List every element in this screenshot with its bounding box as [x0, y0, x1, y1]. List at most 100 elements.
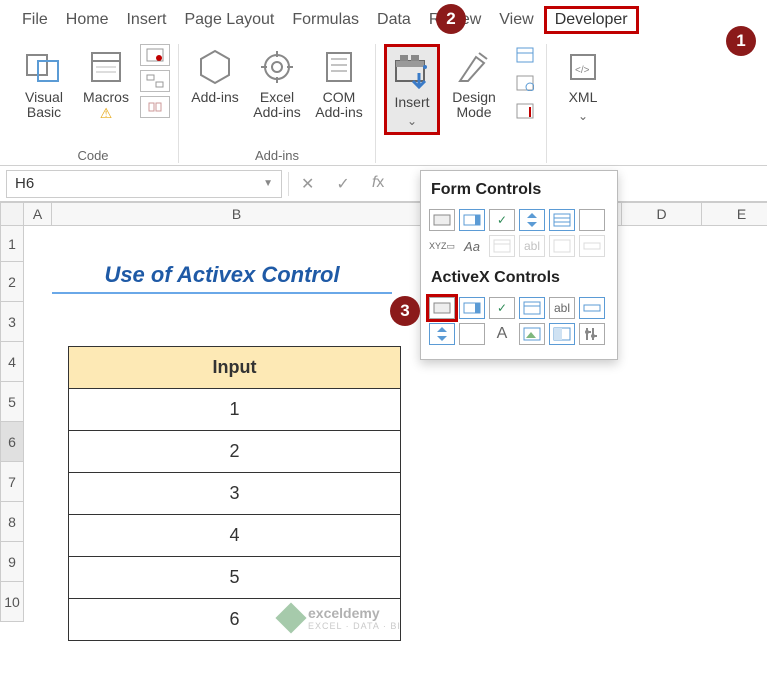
addins-label: Add-ins: [191, 90, 238, 105]
form-textbox-icon[interactable]: abl: [519, 235, 545, 257]
form-combo2-icon[interactable]: [549, 235, 575, 257]
step-badge-3: 3: [390, 296, 420, 326]
row-header-2[interactable]: 2: [0, 262, 24, 302]
run-dialog-button[interactable]: [512, 100, 538, 122]
visual-basic-button[interactable]: Visual Basic: [16, 44, 72, 123]
row-header-4[interactable]: 4: [0, 342, 24, 382]
activex-combobox-icon[interactable]: [459, 297, 485, 319]
form-label-icon[interactable]: Aa: [459, 235, 485, 257]
visual-basic-label: Visual Basic: [18, 90, 70, 121]
xml-button[interactable]: </> XML ⌄: [555, 44, 611, 125]
activex-scrollbar-icon[interactable]: [579, 297, 605, 319]
macros-icon: [85, 46, 127, 88]
tab-developer[interactable]: Developer: [544, 6, 639, 34]
select-all-corner[interactable]: [0, 202, 24, 226]
insert-controls-dropdown: Form Controls ✓ XYZ▭ Aa abl ActiveX Cont…: [420, 170, 618, 360]
row-header-6[interactable]: 6: [0, 422, 24, 462]
col-header-A[interactable]: A: [24, 202, 52, 226]
activex-listbox-icon[interactable]: [519, 297, 545, 319]
svg-text:</>: </>: [575, 65, 590, 76]
com-addins-button[interactable]: COM Add-ins: [311, 44, 367, 123]
activex-textbox-icon[interactable]: abl: [549, 297, 575, 319]
row-header-1[interactable]: 1: [0, 226, 24, 262]
watermark: exceldemy EXCEL · DATA · BI: [280, 605, 401, 631]
tab-data[interactable]: Data: [369, 9, 419, 31]
worksheet[interactable]: ABCDE 12345678910 Use of Activex Control…: [0, 202, 767, 642]
col-header-D[interactable]: D: [622, 202, 702, 226]
group-addins: Add-ins Excel Add-ins COM Add-ins Add-in…: [179, 44, 376, 163]
design-mode-button[interactable]: Design Mode: [446, 44, 502, 123]
view-code-button[interactable]: [512, 72, 538, 94]
col-header-B[interactable]: B: [52, 202, 422, 226]
form-button-icon[interactable]: [429, 209, 455, 231]
tab-home[interactable]: Home: [58, 9, 117, 31]
activex-option-icon[interactable]: [459, 323, 485, 345]
form-combobox-icon[interactable]: [459, 209, 485, 231]
activex-command-button-icon[interactable]: [429, 297, 455, 319]
activex-toggle-icon[interactable]: [549, 323, 575, 345]
enter-formula-icon[interactable]: ✓: [336, 174, 349, 194]
visual-basic-icon: [23, 46, 65, 88]
row-header-3[interactable]: 3: [0, 302, 24, 342]
form-frame-icon[interactable]: [489, 235, 515, 257]
cancel-formula-icon[interactable]: ✕: [301, 174, 314, 194]
insert-controls-icon: [391, 51, 433, 93]
tab-page-layout[interactable]: Page Layout: [176, 9, 282, 31]
macros-label: Macros: [83, 90, 129, 105]
activex-controls-heading: ActiveX Controls: [427, 265, 611, 295]
activex-checkbox-icon[interactable]: ✓: [489, 297, 515, 319]
row-header-9[interactable]: 9: [0, 542, 24, 582]
activex-more-controls-icon[interactable]: [579, 323, 605, 345]
xml-label: XML: [569, 90, 598, 105]
chevron-down-icon: ⌄: [578, 109, 588, 123]
xml-icon: </>: [562, 46, 604, 88]
row-header-5[interactable]: 5: [0, 382, 24, 422]
tab-insert[interactable]: Insert: [118, 9, 174, 31]
menu-bar: File Home Insert Page Layout Formulas Da…: [0, 0, 767, 38]
group-code-label: Code: [77, 144, 108, 163]
excel-addins-button[interactable]: Excel Add-ins: [249, 44, 305, 123]
row-headers[interactable]: 12345678910: [0, 226, 24, 622]
column-headers[interactable]: ABCDE: [24, 202, 767, 226]
name-box-dropdown-icon[interactable]: ▼: [263, 178, 273, 189]
tab-formulas[interactable]: Formulas: [284, 9, 367, 31]
table-row[interactable]: 3: [69, 473, 401, 515]
activex-spin-icon[interactable]: [429, 323, 455, 345]
tab-view[interactable]: View: [491, 9, 541, 31]
form-listbox-icon[interactable]: [549, 209, 575, 231]
form-scrollbar-icon[interactable]: [579, 235, 605, 257]
activex-label-icon[interactable]: A: [489, 323, 515, 345]
insert-controls-button[interactable]: Insert ⌄: [384, 44, 440, 135]
warning-icon: ⚠: [100, 105, 113, 122]
record-macro-button[interactable]: [140, 44, 170, 66]
table-row[interactable]: 1: [69, 389, 401, 431]
form-groupbox-icon[interactable]: XYZ▭: [429, 235, 455, 257]
use-relative-refs-button[interactable]: [140, 70, 170, 92]
name-box[interactable]: H6 ▼: [6, 170, 282, 198]
macros-button[interactable]: Macros ⚠: [78, 44, 134, 126]
insert-function-icon[interactable]: fx: [372, 174, 384, 194]
excel-addins-icon: [256, 46, 298, 88]
input-table-header: Input: [69, 347, 401, 389]
design-mode-icon: [453, 46, 495, 88]
addins-button[interactable]: Add-ins: [187, 44, 243, 107]
form-checkbox-icon[interactable]: ✓: [489, 209, 515, 231]
table-row[interactable]: 5: [69, 557, 401, 599]
form-spin-icon[interactable]: [519, 209, 545, 231]
properties-button[interactable]: [512, 44, 538, 66]
controls-side-buttons: [512, 44, 538, 122]
activex-image-icon[interactable]: [519, 323, 545, 345]
group-code: Visual Basic Macros ⚠ Code: [8, 44, 179, 163]
row-header-7[interactable]: 7: [0, 462, 24, 502]
row-header-10[interactable]: 10: [0, 582, 24, 622]
excel-addins-label: Excel Add-ins: [251, 90, 303, 121]
group-controls: Insert ⌄ Design Mode Controls: [376, 44, 547, 163]
col-header-E[interactable]: E: [702, 202, 767, 226]
form-option-icon[interactable]: [579, 209, 605, 231]
row-header-8[interactable]: 8: [0, 502, 24, 542]
macro-security-button[interactable]: [140, 96, 170, 118]
table-row[interactable]: 4: [69, 515, 401, 557]
tab-file[interactable]: File: [14, 9, 56, 31]
table-row[interactable]: 2: [69, 431, 401, 473]
chevron-down-icon: ⌄: [407, 114, 417, 128]
